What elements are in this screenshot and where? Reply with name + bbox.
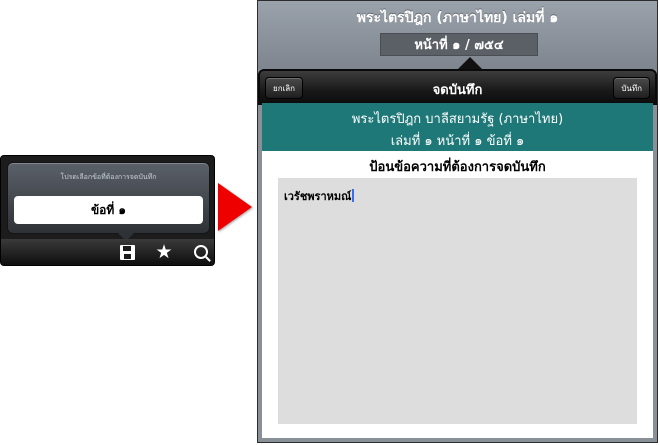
note-screen: พระไตรปิฎก (ภาษาไทย) เล่มที่ ๑ หน้าที่ ๑… [257, 0, 658, 443]
popover-title: โปรดเลือกข้อที่ต้องการจดบันทึก [60, 173, 157, 181]
note-content: ป้อนข้อความที่ต้องการจดบันทึก เวรัชพราหม… [262, 151, 653, 438]
note-nav-bar: ยกเลิก จดบันทึก บันทึก [258, 69, 657, 105]
page-indicator[interactable]: หน้าที่ ๑ / ๗๕๔ [380, 33, 538, 56]
bottom-toolbar: ★ [1, 239, 214, 265]
save-button[interactable]: บันทึก [613, 77, 650, 99]
reference-location: เล่มที่ ๑ หน้าที่ ๑ ข้อที่ ๑ [390, 134, 525, 149]
item-option-button[interactable]: ข้อที่ ๑ [14, 196, 203, 224]
note-textarea[interactable]: เวรัชพราหมณ์ [278, 178, 637, 424]
nav-title: จดบันทึก [432, 83, 483, 98]
note-text-value[interactable]: เวรัชพราหมณ์ [284, 187, 355, 205]
search-icon[interactable] [191, 243, 211, 261]
reference-header: พระไตรปิฎก บาลีสยามรัฐ (ภาษาไทย) เล่มที่… [262, 103, 653, 151]
reference-book: พระไตรปิฎก บาลีสยามรัฐ (ภาษาไทย) [351, 112, 564, 127]
text-caret [352, 189, 355, 202]
popover-arrow [458, 57, 482, 69]
mini-toolbar-screenshot: โปรดเลือกข้อที่ต้องการจดบันทึก ข้อที่ ๑ … [1, 156, 214, 265]
book-title: พระไตรปิฎก (ภาษาไทย) เล่มที่ ๑ [356, 10, 559, 26]
star-icon[interactable]: ★ [154, 242, 174, 261]
red-arrow-icon [218, 183, 252, 231]
save-icon[interactable] [117, 243, 137, 261]
note-prompt: ป้อนข้อความที่ต้องการจดบันทึก [369, 160, 546, 175]
select-item-popover: โปรดเลือกข้อที่ต้องการจดบันทึก ข้อที่ ๑ [7, 162, 210, 234]
